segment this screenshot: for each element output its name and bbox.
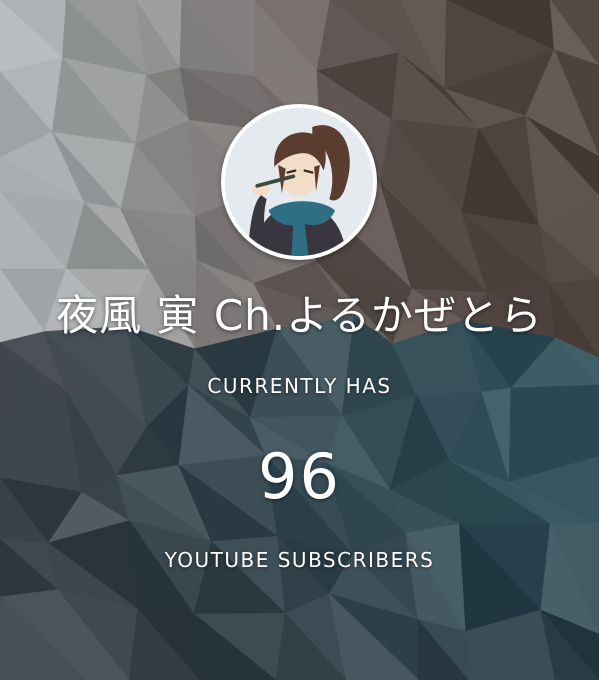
subscriber-count: 96 [258,440,341,513]
channel-avatar-icon [225,108,373,256]
channel-avatar [221,104,377,260]
currently-has-label: CURRENTLY HAS [207,374,392,398]
channel-name: 夜風 寅 Ch.よるかぜとら [56,291,543,340]
youtube-subscribers-label: YOUTUBE SUBSCRIBERS [164,548,435,572]
